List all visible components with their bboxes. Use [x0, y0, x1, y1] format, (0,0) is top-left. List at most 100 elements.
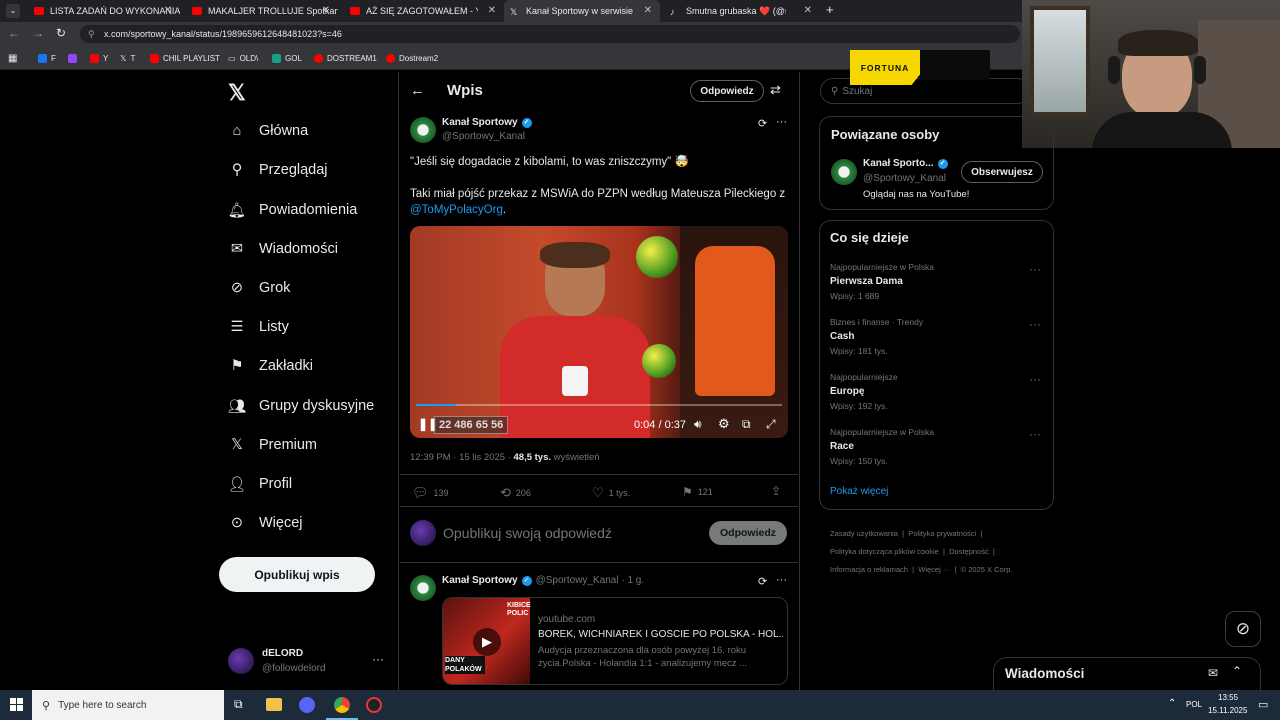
windows-start-icon[interactable]	[10, 698, 23, 711]
sidebar-item-bookmarks[interactable]: ⚑ Zakładki	[228, 351, 314, 381]
video-player[interactable]: ❚❚ 22 486 65 56 0:04 / 0:37 🔊︎ ⚙ ⧉ ⤢	[410, 226, 788, 438]
bookmark-item[interactable]: F	[38, 46, 56, 70]
reload-icon[interactable]: ↻	[56, 26, 66, 40]
browser-tab[interactable]: AŻ SIĘ ZAGOTOWAŁEM - YouTu ✕	[344, 0, 502, 22]
x-logo-icon[interactable]: 𝕏	[228, 80, 246, 106]
related-name[interactable]: Kanał Sporto... ✓	[863, 158, 948, 169]
like-action[interactable]: ♡ 1 tys.	[592, 485, 630, 501]
sidebar-item-messages[interactable]: ✉ Wiadomości	[228, 234, 338, 264]
file-explorer-icon[interactable]	[266, 698, 282, 711]
author-handle[interactable]: @Sportowy_Kanal	[442, 131, 525, 142]
new-message-icon[interactable]: ✉	[1208, 666, 1218, 680]
sidebar-item-profile[interactable]: 👤︎ Profil	[228, 469, 292, 499]
grok-icon[interactable]: ⟳	[758, 575, 767, 588]
sidebar-item-grok[interactable]: ⊘ Grok	[228, 273, 291, 303]
more-icon[interactable]: ···	[1029, 262, 1041, 276]
more-icon[interactable]: ···	[776, 116, 787, 128]
back-arrow-icon[interactable]: ←	[410, 82, 425, 99]
more-icon[interactable]: ···	[776, 574, 787, 586]
tab-search-icon[interactable]: ⌄	[6, 4, 20, 18]
avatar[interactable]	[831, 159, 857, 185]
mention-link[interactable]: @ToMyPolacyOrg	[410, 204, 503, 216]
more-icon[interactable]: ···	[372, 652, 384, 666]
grok-floating-button[interactable]: ⊘	[1225, 611, 1261, 647]
post-button[interactable]: Opublikuj wpis	[219, 557, 375, 592]
more-icon[interactable]: ···	[1029, 427, 1041, 441]
trend-item[interactable]: Najpopularniejsze w Polska Race Wpisy: 1…	[830, 427, 1045, 466]
link-card[interactable]: KIBICE POLIC DANY POLAKÓW ▶ youtube.com …	[442, 597, 788, 685]
related-handle[interactable]: @Sportowy_Kanal	[863, 173, 946, 184]
sidebar-item-notifications[interactable]: 🔔︎ Powiadomienia	[228, 195, 358, 225]
footer-link[interactable]: Zasady użytkowania	[830, 529, 898, 538]
sidebar-item-premium[interactable]: 𝕏 Premium	[228, 430, 317, 460]
sidebar-item-lists[interactable]: ☰ Listy	[228, 312, 289, 342]
notification-icon[interactable]: ▭	[1258, 698, 1268, 711]
browser-tab[interactable]: LISTA ZADAŃ DO WYKONANIA ✕	[28, 0, 180, 22]
sidebar-item-explore[interactable]: ⚲ Przeglądaj	[228, 155, 328, 185]
more-icon[interactable]: ···	[1029, 372, 1041, 386]
forward-icon[interactable]: →	[32, 26, 44, 40]
repost-action[interactable]: ⟲ 206	[500, 485, 531, 501]
trend-item[interactable]: Biznes i finanse · Trendy Cash Wpisy: 18…	[830, 317, 1045, 356]
close-icon[interactable]: ✕	[322, 5, 330, 16]
chrome-icon[interactable]	[334, 697, 350, 713]
following-button[interactable]: Obserwujesz	[961, 161, 1043, 183]
more-icon[interactable]: ···	[1029, 317, 1041, 331]
trend-item[interactable]: Najpopularniejsze Europę Wpisy: 192 tys.…	[830, 372, 1045, 411]
account-switcher[interactable]: dELORD @followdelord ···	[228, 646, 388, 678]
bookmark-item[interactable]: CHIL PLAYLIST	[150, 46, 220, 70]
footer-link[interactable]: Polityka dotycząca plików cookie	[830, 547, 939, 556]
new-tab-button[interactable]: +	[826, 2, 834, 17]
taskbar-search-field[interactable]: ⚲ Type here to search	[32, 690, 224, 720]
reply-action[interactable]: 💬︎ 139	[412, 485, 449, 501]
bookmark-item[interactable]: DOSTREAM1	[314, 46, 377, 70]
reply-input[interactable]: Opublikuj swoją odpowiedź	[443, 525, 612, 541]
footer-link[interactable]: Dostępność	[949, 547, 989, 556]
bookmark-item[interactable]: GOL	[272, 46, 302, 70]
tweet-timestamp[interactable]: 12:39 PM · 15 lis 2025 ·	[410, 452, 514, 463]
apps-icon[interactable]: ▦	[8, 46, 17, 70]
discord-icon[interactable]	[299, 697, 315, 713]
app-icon[interactable]	[366, 697, 382, 713]
author-name[interactable]: Kanał Sportowy ✓	[442, 117, 532, 128]
avatar[interactable]	[410, 575, 436, 601]
browser-tab-active[interactable]: 𝕏 Kanał Sportowy w serwisie X ✕	[504, 0, 660, 22]
bookmark-item[interactable]: Dostream2	[386, 46, 438, 70]
close-icon[interactable]: ✕	[164, 5, 172, 16]
avatar[interactable]	[410, 117, 436, 143]
sidebar-item-communities[interactable]: 👥︎ Grupy dyskusyjne	[228, 391, 374, 421]
footer-link[interactable]: Informacja o reklamach	[830, 565, 908, 574]
bookmark-item[interactable]: 𝕏T	[120, 46, 135, 70]
settings-icon[interactable]: ⚙	[718, 416, 730, 432]
author-handle-time[interactable]: @Sportowy_Kanal · 1 g.	[536, 575, 645, 586]
footer-link[interactable]: Więcej ···	[918, 565, 950, 574]
author-name[interactable]: Kanał Sportowy	[442, 575, 518, 586]
tray-chevron-icon[interactable]: ⌃	[1168, 698, 1176, 709]
bookmark-item[interactable]: Y	[90, 46, 108, 70]
url-field[interactable]: ⚲ x.com/sportowy_kanal/status/1989659612…	[80, 25, 1020, 43]
reply-submit-button[interactable]: Odpowiedz	[709, 521, 787, 545]
play-icon[interactable]: ▶	[473, 628, 501, 656]
close-icon[interactable]: ✕	[804, 5, 812, 16]
volume-icon[interactable]: 🔊︎	[694, 417, 702, 432]
browser-tab[interactable]: MAKALJER TROLLUJE Spotkani ✕	[186, 0, 338, 22]
bookmark-action[interactable]: ⚑ 121	[682, 485, 713, 499]
pip-icon[interactable]: ⧉	[742, 417, 751, 432]
share-icon[interactable]: ⇪	[771, 484, 781, 498]
header-reply-button[interactable]: Odpowiedz	[690, 80, 764, 102]
site-info-icon[interactable]: ⚲	[88, 25, 95, 43]
messages-drawer[interactable]: Wiadomości ✉ ⌃	[993, 657, 1261, 690]
close-icon[interactable]: ✕	[644, 5, 652, 16]
task-view-icon[interactable]: ⧉	[234, 697, 243, 712]
language-indicator[interactable]: POL	[1186, 700, 1202, 709]
bookmark-item[interactable]	[68, 46, 77, 70]
close-icon[interactable]: ✕	[488, 5, 496, 16]
video-progress-track[interactable]	[416, 404, 782, 406]
clock-date[interactable]: 15.11.2025	[1208, 706, 1247, 715]
bookmark-folder[interactable]: ▭ OLD\	[228, 46, 258, 70]
sidebar-item-more[interactable]: ⊙ Więcej	[228, 508, 303, 538]
grok-icon[interactable]: ⟳	[758, 117, 767, 130]
footer-link[interactable]: Polityka prywatności	[908, 529, 976, 538]
fullscreen-icon[interactable]: ⤢	[766, 417, 776, 432]
trend-item[interactable]: Najpopularniejsze w Polska Pierwsza Dama…	[830, 262, 1045, 301]
